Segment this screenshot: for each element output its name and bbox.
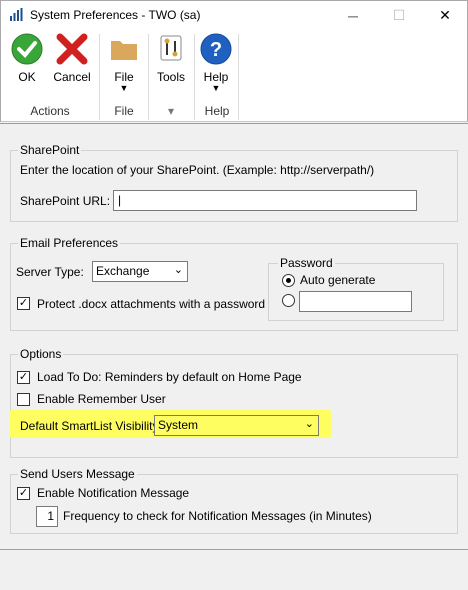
group-label-tools-caret[interactable]: ▾ xyxy=(152,104,190,118)
sharepoint-hint: Enter the location of your SharePoint. (… xyxy=(20,163,375,177)
minimize-button[interactable]: ─ xyxy=(330,0,376,31)
help-label: Help xyxy=(203,70,229,84)
window-title: System Preferences - TWO (sa) xyxy=(30,8,201,22)
sharepoint-group xyxy=(10,150,458,222)
load-todo-checkbox[interactable]: ✓ xyxy=(17,371,30,384)
ribbon-separator xyxy=(194,34,195,120)
tools-button[interactable]: Tools xyxy=(154,33,188,84)
custom-password-input[interactable] xyxy=(299,291,412,312)
ribbon-separator xyxy=(99,34,100,120)
remember-user-label: Enable Remember User xyxy=(37,392,166,406)
frequency-label: Frequency to check for Notification Mess… xyxy=(63,509,372,523)
app-icon xyxy=(10,8,23,21)
cancel-button[interactable]: Cancel xyxy=(52,33,92,84)
bottom-divider xyxy=(0,549,468,550)
ok-label: OK xyxy=(18,70,36,84)
cancel-label: Cancel xyxy=(53,70,91,84)
check-icon xyxy=(11,33,43,65)
cancel-x-icon xyxy=(56,33,88,65)
ok-button[interactable]: OK xyxy=(10,33,44,84)
send-message-group-title: Send Users Message xyxy=(18,467,137,481)
maximize-button[interactable]: ☐ xyxy=(376,0,422,31)
password-group-title: Password xyxy=(278,256,335,270)
close-button[interactable]: ✕ xyxy=(422,0,468,31)
ribbon-separator xyxy=(148,34,149,120)
enable-notification-checkbox[interactable]: ✓ xyxy=(17,487,30,500)
chevron-down-icon: ▼ xyxy=(119,83,129,93)
tools-icon xyxy=(160,35,182,61)
protect-docx-label: Protect .docx attachments with a passwor… xyxy=(37,297,266,311)
file-button[interactable]: File ▼ xyxy=(106,33,142,93)
custom-password-radio[interactable] xyxy=(282,294,295,307)
svg-text:?: ? xyxy=(210,39,222,61)
auto-generate-label: Auto generate xyxy=(300,273,376,287)
folder-icon xyxy=(111,41,137,60)
protect-docx-checkbox[interactable]: ✓ xyxy=(17,297,30,310)
server-type-select[interactable]: Exchange ⌄ xyxy=(92,261,188,282)
content-divider xyxy=(0,123,468,124)
smartlist-visibility-select[interactable]: System ⌄ xyxy=(154,415,319,436)
tools-label: Tools xyxy=(156,70,185,84)
load-todo-label: Load To Do: Reminders by default on Home… xyxy=(37,370,302,384)
send-users-message-group xyxy=(10,474,458,534)
frequency-input[interactable]: 1 xyxy=(36,506,58,527)
email-group-title: Email Preferences xyxy=(18,236,121,250)
group-label-actions: Actions xyxy=(30,104,70,118)
smartlist-visibility-value: System xyxy=(158,418,199,432)
sharepoint-url-input[interactable]: | xyxy=(113,190,417,211)
smartlist-visibility-label: Default SmartList Visibility: xyxy=(20,419,162,433)
server-type-value: Exchange xyxy=(96,264,150,278)
help-button[interactable]: ? Help ▼ xyxy=(199,33,233,93)
group-label-file: File xyxy=(114,104,134,118)
auto-generate-radio[interactable] xyxy=(282,274,295,287)
sharepoint-group-title: SharePoint xyxy=(18,143,82,157)
group-label-help: Help xyxy=(204,104,230,118)
ribbon-separator xyxy=(238,34,239,120)
options-group-title: Options xyxy=(18,347,64,361)
enable-notification-label: Enable Notification Message xyxy=(37,486,190,500)
help-icon: ? xyxy=(200,33,232,65)
chevron-down-icon: ⌄ xyxy=(173,264,183,276)
file-label: File xyxy=(114,70,134,84)
chevron-down-icon: ⌄ xyxy=(304,418,314,430)
server-type-label: Server Type: xyxy=(16,265,84,279)
sharepoint-url-label: SharePoint URL: xyxy=(20,194,111,208)
chevron-down-icon: ▼ xyxy=(211,83,221,93)
remember-user-checkbox[interactable] xyxy=(17,393,30,406)
